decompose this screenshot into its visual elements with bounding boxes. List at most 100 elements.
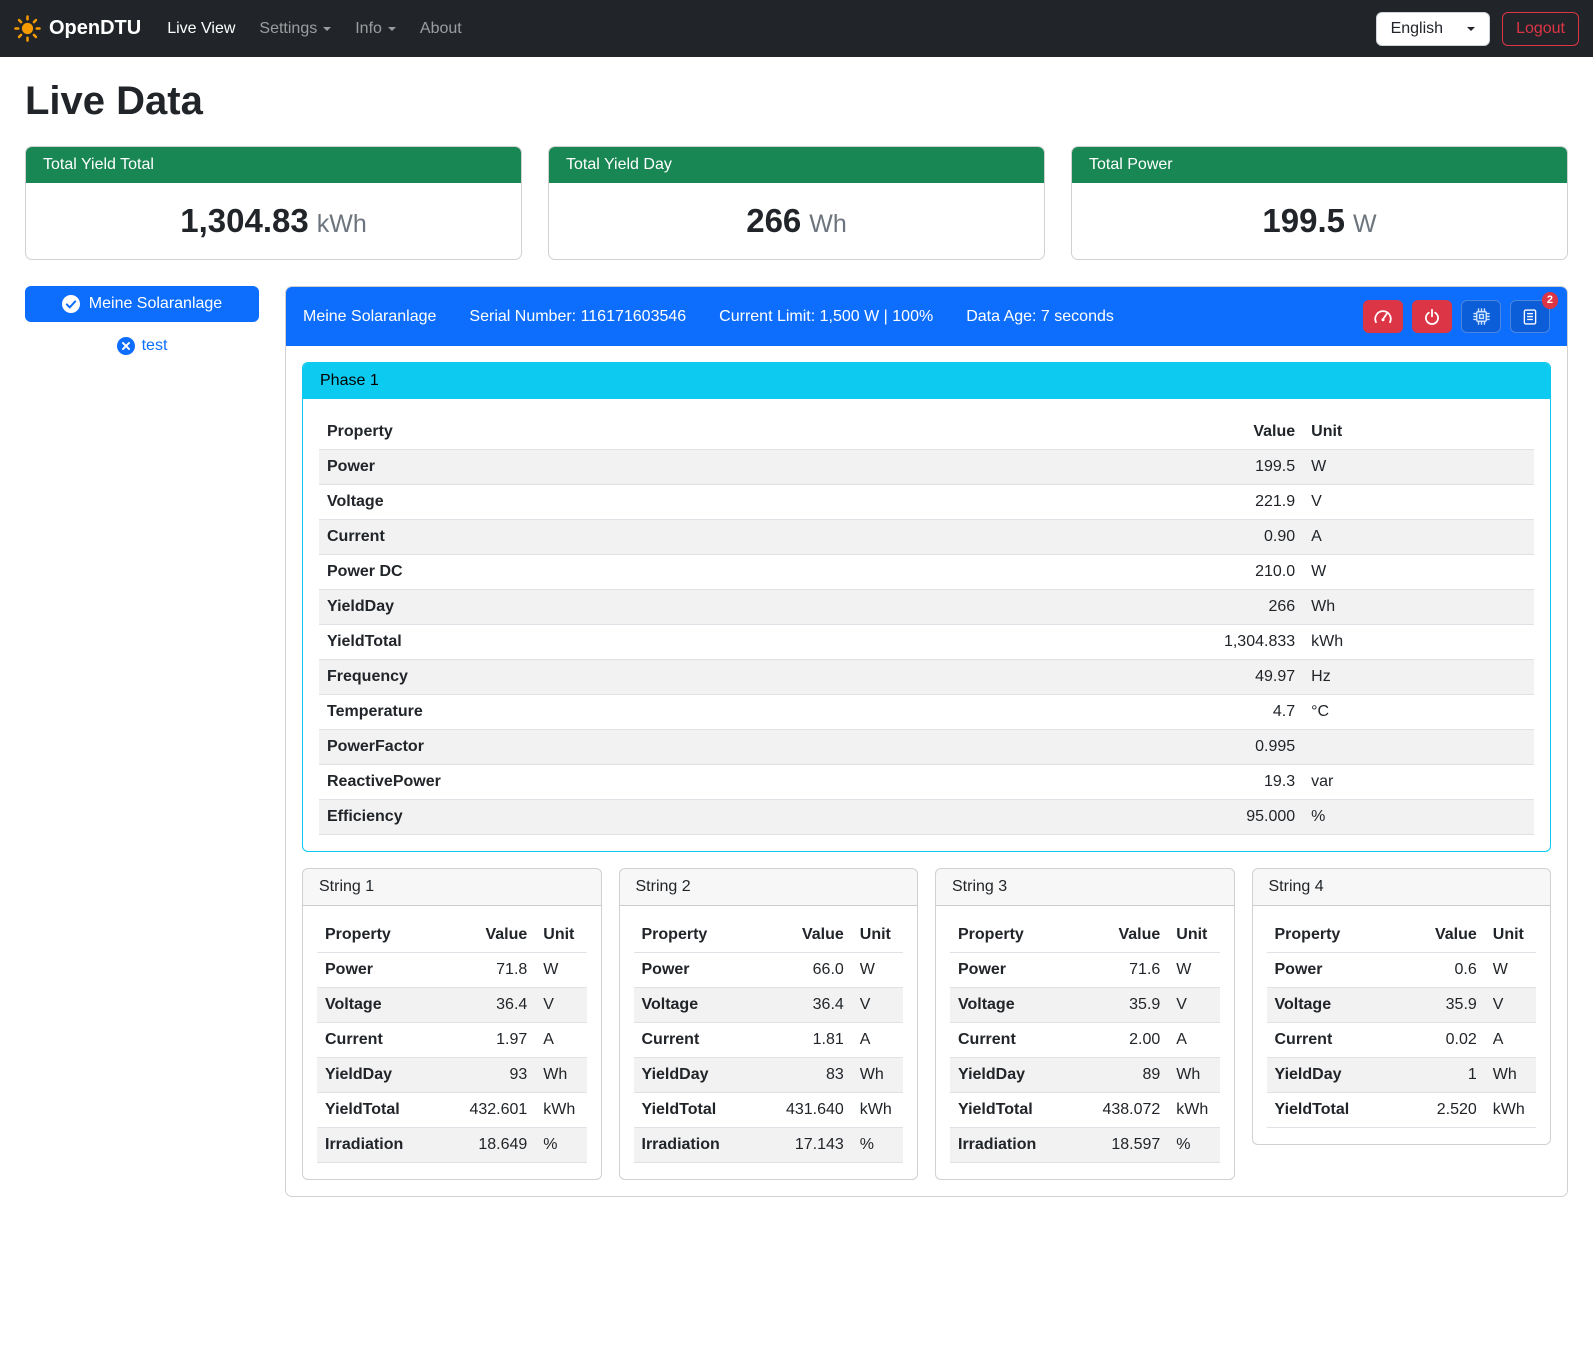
table-row: Voltage36.4V — [634, 988, 904, 1023]
phase-card-body: Property Value Unit Power199.5WVoltage22… — [303, 399, 1550, 851]
summary-value: 1,304.83 — [180, 202, 308, 239]
row-property: Current — [1267, 1023, 1394, 1058]
row-unit: W — [1303, 555, 1534, 590]
nav-live-view[interactable]: Live View — [155, 12, 247, 46]
summary-unit: Wh — [809, 210, 847, 238]
inverter-serial: Serial Number: 116171603546 — [469, 308, 686, 326]
row-property: Irradiation — [950, 1128, 1077, 1163]
summary-card-total-yield-day: Total Yield Day 266Wh — [548, 146, 1045, 260]
column-header-value: Value — [1077, 918, 1169, 953]
sun-icon — [14, 15, 41, 42]
row-unit: Wh — [535, 1058, 586, 1093]
event-log-button[interactable]: 2 — [1510, 300, 1550, 333]
sidebar-item-test[interactable]: test — [25, 337, 259, 355]
row-property: YieldTotal — [317, 1093, 444, 1128]
nav-about[interactable]: About — [408, 12, 474, 46]
sidebar-item-meine-solaranlage[interactable]: Meine Solaranlage — [25, 286, 259, 322]
table-row: Power71.8W — [317, 953, 587, 988]
table-row: Current2.00A — [950, 1023, 1220, 1058]
table-row: Current0.02A — [1267, 1023, 1537, 1058]
row-value: 221.9 — [890, 485, 1303, 520]
row-property: YieldDay — [1267, 1058, 1394, 1093]
logout-button[interactable]: Logout — [1502, 12, 1579, 46]
row-value: 95.000 — [890, 800, 1303, 835]
row-property: YieldTotal — [1267, 1093, 1394, 1128]
summary-card-title: Total Yield Day — [549, 147, 1044, 183]
row-value: 36.4 — [760, 988, 852, 1023]
row-unit: Hz — [1303, 660, 1534, 695]
table-row: Temperature4.7°C — [319, 695, 1534, 730]
table-row: YieldDay89Wh — [950, 1058, 1220, 1093]
row-unit: A — [1485, 1023, 1536, 1058]
table-row: Power71.6W — [950, 953, 1220, 988]
row-unit: W — [852, 953, 903, 988]
summary-card-total-power: Total Power 199.5W — [1071, 146, 1568, 260]
summary-value: 199.5 — [1262, 202, 1345, 239]
table-header-row: Property Value Unit — [1267, 918, 1537, 953]
caret-down-icon — [323, 27, 331, 31]
column-header-unit: Unit — [535, 918, 586, 953]
page-container: Live Data Total Yield Total 1,304.83kWh … — [0, 57, 1593, 1222]
x-circle-icon — [117, 337, 135, 355]
table-row: Voltage35.9V — [950, 988, 1220, 1023]
string-card-body: Property Value Unit Power71.8WVoltage36.… — [303, 906, 601, 1179]
sidebar-item-label: test — [142, 337, 168, 355]
row-value: 0.6 — [1393, 953, 1485, 988]
column-header-unit: Unit — [1168, 918, 1219, 953]
limit-settings-button[interactable] — [1363, 300, 1403, 333]
row-property: Current — [317, 1023, 444, 1058]
row-value: 93 — [444, 1058, 536, 1093]
strings-row: String 1 Property Value Unit Power71.8WV… — [302, 868, 1551, 1180]
power-button[interactable] — [1412, 300, 1452, 333]
row-property: YieldTotal — [950, 1093, 1077, 1128]
row-unit: V — [1168, 988, 1219, 1023]
table-row: Power199.5W — [319, 450, 1534, 485]
row-property: Temperature — [319, 695, 890, 730]
brand-link[interactable]: OpenDTU — [14, 15, 141, 42]
row-value: 432.601 — [444, 1093, 536, 1128]
row-unit: kWh — [535, 1093, 586, 1128]
table-row: Voltage35.9V — [1267, 988, 1537, 1023]
column-header-unit: Unit — [852, 918, 903, 953]
table-header-row: Property Value Unit — [634, 918, 904, 953]
language-select[interactable]: English — [1376, 12, 1490, 46]
row-property: Power — [317, 953, 444, 988]
column-header-value: Value — [760, 918, 852, 953]
row-unit: W — [1485, 953, 1536, 988]
inverter-header-buttons: 2 — [1363, 300, 1550, 333]
summary-card-body: 266Wh — [549, 183, 1044, 259]
row-property: Irradiation — [317, 1128, 444, 1163]
row-value: 266 — [890, 590, 1303, 625]
row-unit: kWh — [852, 1093, 903, 1128]
string-table: Property Value Unit Power71.6WVoltage35.… — [950, 918, 1220, 1163]
column-header-property: Property — [634, 918, 761, 953]
row-unit: W — [1168, 953, 1219, 988]
nav-settings[interactable]: Settings — [247, 12, 343, 46]
row-unit: kWh — [1485, 1093, 1536, 1128]
device-info-button[interactable] — [1461, 300, 1501, 333]
row-value: 0.90 — [890, 520, 1303, 555]
row-value: 49.97 — [890, 660, 1303, 695]
nav-info[interactable]: Info — [343, 12, 408, 46]
row-value: 1.97 — [444, 1023, 536, 1058]
row-value: 431.640 — [760, 1093, 852, 1128]
table-row: Current0.90A — [319, 520, 1534, 555]
check-circle-icon — [62, 295, 80, 313]
column-header-unit: Unit — [1485, 918, 1536, 953]
string-card-title: String 1 — [303, 869, 601, 906]
row-value: 19.3 — [890, 765, 1303, 800]
row-unit: % — [535, 1128, 586, 1163]
row-property: YieldTotal — [319, 625, 890, 660]
row-value: 0.02 — [1393, 1023, 1485, 1058]
phase-card-title: Phase 1 — [303, 363, 1550, 399]
table-header-row: Property Value Unit — [317, 918, 587, 953]
row-unit: kWh — [1168, 1093, 1219, 1128]
row-property: Power — [319, 450, 890, 485]
table-row: PowerFactor0.995 — [319, 730, 1534, 765]
string-card-title: String 4 — [1253, 869, 1551, 906]
string-card-3: String 3 Property Value Unit Power71.6WV… — [935, 868, 1235, 1180]
row-unit: A — [852, 1023, 903, 1058]
row-property: Voltage — [1267, 988, 1394, 1023]
table-row: YieldTotal2.520kWh — [1267, 1093, 1537, 1128]
table-row: YieldDay93Wh — [317, 1058, 587, 1093]
